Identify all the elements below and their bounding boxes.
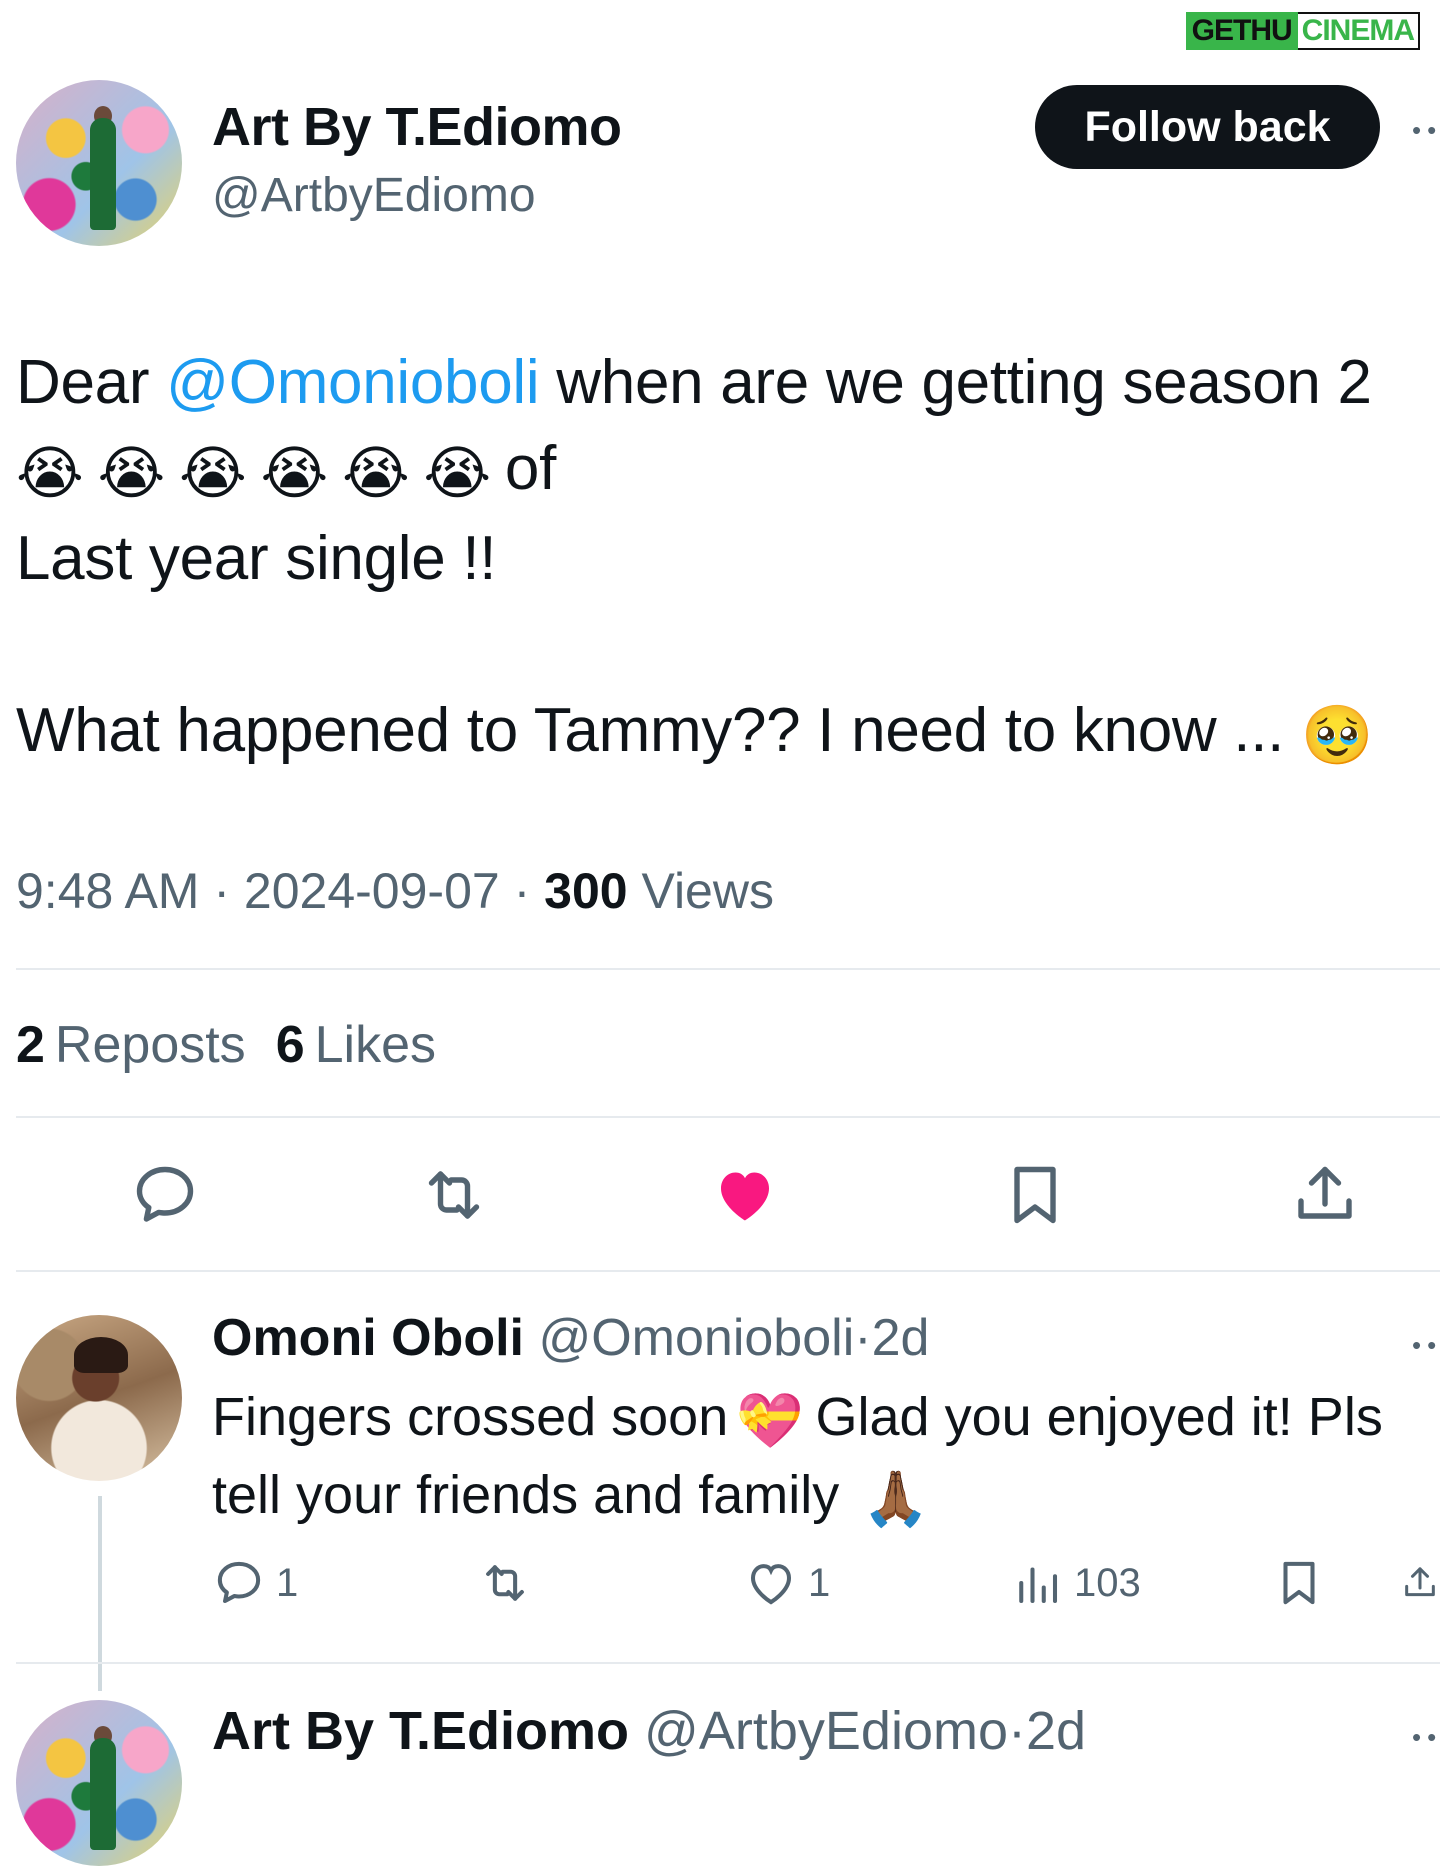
reply2-age[interactable]: 2d (1026, 1701, 1086, 1761)
reply-views-button[interactable]: 103 (1010, 1556, 1141, 1610)
reply-author-handle[interactable]: @Omonioboli (538, 1309, 854, 1367)
like-button[interactable] (705, 1155, 785, 1235)
reply-repost-button[interactable] (478, 1556, 532, 1610)
watermark-part1: GETHU (1185, 12, 1298, 50)
reply2-more-options-icon[interactable]: •• (1412, 1722, 1440, 1753)
reply-icon (217, 1561, 261, 1604)
heart-outline-icon (750, 1564, 792, 1605)
tweet-text: Dear @Omonioboli when are we getting sea… (16, 340, 1436, 778)
reply2-author-name[interactable]: Art By T.Ediomo (212, 1701, 629, 1761)
tweet-meta: 9:48 AM · 2024-09-07 · 300 Views (16, 863, 774, 919)
tweet-date[interactable]: 2024-09-07 (244, 863, 500, 919)
reply-share-button[interactable] (1400, 1556, 1440, 1610)
share-icon (1405, 1567, 1435, 1597)
pleading-emoji-icon: 🥹 (1301, 701, 1373, 769)
divider (16, 1662, 1440, 1664)
reposts-stat[interactable]: 2 Reposts (16, 1016, 246, 1074)
reply-age[interactable]: 2d (872, 1309, 930, 1367)
reply-views-count: 103 (1074, 1560, 1141, 1605)
views-label: Views (641, 863, 774, 919)
reply-more-options-icon[interactable]: •• (1412, 1330, 1440, 1361)
reply-icon (136, 1166, 194, 1222)
divider (16, 1270, 1440, 1272)
repost-button[interactable] (414, 1155, 494, 1235)
tweet-line-1: Dear @Omonioboli when are we getting sea… (16, 348, 1372, 417)
share-icon (1298, 1166, 1352, 1219)
mention-link[interactable]: @Omonioboli (166, 348, 540, 417)
tweet-time[interactable]: 9:48 AM (16, 863, 199, 919)
heart-gift-emoji-icon: 💝 (736, 1389, 804, 1452)
bookmark-icon (1283, 1561, 1315, 1605)
bookmark-icon (1014, 1166, 1056, 1224)
reply-replies-count: 1 (276, 1560, 299, 1605)
bookmark-button[interactable] (995, 1155, 1075, 1235)
divider (16, 968, 1440, 970)
reply-likes-count: 1 (808, 1560, 831, 1605)
tweet-line-3: Last year single !! (16, 524, 497, 593)
tweet-line-4: What happened to Tammy?? I need to know … (16, 688, 1436, 778)
reply2-header: Art By T.Ediomo @ArtbyEdiomo·2d (212, 1701, 1087, 1761)
reply-like-button[interactable]: 1 (744, 1556, 830, 1610)
watermark-part2: CINEMA (1297, 12, 1420, 50)
reply-text: Fingers crossed soon 💝 Glad you enjoyed it… (212, 1380, 1383, 1536)
reply-author-name[interactable]: Omoni Oboli (212, 1309, 524, 1367)
author-name[interactable]: Art By T.Ediomo (212, 96, 622, 158)
repost-icon (486, 1565, 524, 1601)
crying-emoji-icon: 😭 (97, 439, 165, 507)
reply-button[interactable] (125, 1155, 205, 1235)
crying-emoji-icon: 😭 (341, 439, 410, 507)
share-button[interactable] (1285, 1155, 1365, 1235)
tweet-line-2: 😭 😭 😭 😭 😭 😭 of (16, 426, 1436, 516)
author-avatar[interactable] (16, 80, 182, 246)
reply2-author-avatar[interactable] (16, 1700, 182, 1866)
reply2-author-handle[interactable]: @ArtbyEdiomo (644, 1701, 1008, 1761)
reply-author-avatar[interactable] (16, 1315, 182, 1481)
views-chart-icon (1019, 1567, 1058, 1604)
follow-back-button[interactable]: Follow back (1035, 85, 1380, 169)
more-options-icon[interactable]: •• (1412, 115, 1440, 146)
crying-emoji-icon: 😭 (16, 439, 84, 507)
divider (16, 1116, 1440, 1118)
reply-reply-button[interactable]: 1 (212, 1556, 298, 1610)
praying-hands-emoji-icon: 🙏🏾 (862, 1467, 930, 1530)
likes-stat[interactable]: 6 Likes (276, 1016, 436, 1074)
reply-bookmark-button[interactable] (1272, 1556, 1326, 1610)
watermark-logo: GETHU CINEMA (1185, 8, 1420, 54)
crying-emoji-icon: 😭 (178, 439, 247, 507)
reply-header: Omoni Oboli @Omonioboli·2d (212, 1309, 930, 1367)
repost-icon (428, 1171, 480, 1219)
author-handle[interactable]: @ArtbyEdiomo (212, 168, 536, 223)
crying-emoji-icon: 😭 (260, 439, 328, 507)
heart-filled-icon (721, 1172, 769, 1221)
crying-emoji-icon: 😭 (423, 439, 491, 507)
views-count: 300 (544, 863, 628, 919)
engagement-stats: 2 Reposts 6 Likes (16, 1015, 436, 1075)
